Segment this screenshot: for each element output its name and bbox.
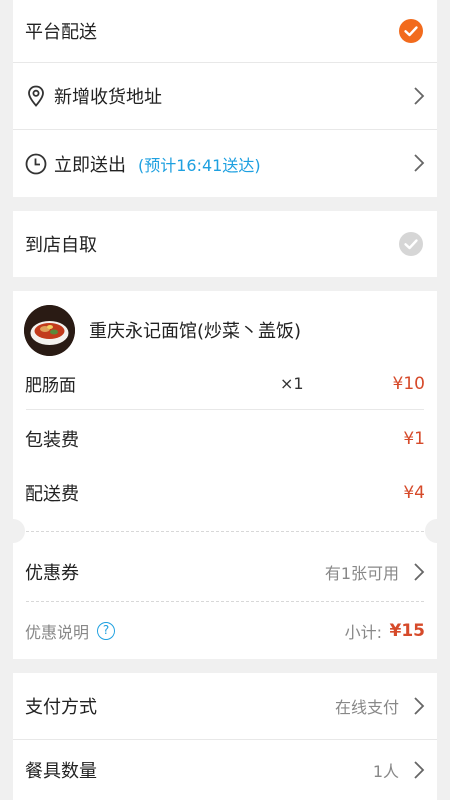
coupon-value: 有1张可用: [324, 564, 399, 583]
utensils-label: 餐具数量: [25, 761, 97, 782]
delivery-fee-row: 配送费 ¥4: [13, 466, 437, 520]
ticket-notch-right: [425, 519, 449, 543]
help-icon[interactable]: ?: [97, 621, 116, 640]
chevron-right-icon: [414, 563, 425, 581]
shop-avatar: [24, 304, 75, 356]
platform-delivery-label: 平台配送: [25, 22, 97, 43]
pickup-label: 到店自取: [25, 235, 97, 256]
pickup-option[interactable]: 到店自取: [13, 211, 437, 277]
delivery-time-row[interactable]: 立即送出 (预计16:41送达): [13, 130, 437, 197]
subtotal-label: 小计:: [344, 622, 382, 642]
location-pin-icon: [24, 84, 48, 108]
packaging-fee-row: 包装费 ¥1: [13, 412, 437, 466]
payment-method-label: 支付方式: [25, 697, 97, 718]
clock-icon: [24, 152, 48, 176]
order-card: 重庆永记面馆(炒菜丶盖饭) 肥肠面 ×1 ¥10 包装费 ¥1 配送费 ¥4 优…: [1, 291, 449, 659]
chevron-right-icon: [414, 761, 425, 779]
deliver-now-label: 立即送出: [54, 154, 126, 176]
checked-circle-icon: [399, 19, 423, 43]
chevron-right-icon: [414, 154, 425, 172]
unchecked-circle-icon: [399, 232, 423, 256]
utensils-row[interactable]: 餐具数量 1人: [13, 740, 437, 800]
coupon-label: 优惠券: [25, 563, 79, 584]
utensils-value: 1人: [372, 762, 399, 781]
eta-text: (预计16:41送达): [138, 155, 261, 175]
item-qty: ×1: [280, 374, 304, 393]
item-price: ¥10: [392, 374, 425, 394]
payment-card: 支付方式 在线支付 餐具数量 1人: [13, 673, 437, 800]
add-address-row[interactable]: 新增收货地址: [13, 63, 437, 129]
payment-method-row[interactable]: 支付方式 在线支付: [13, 673, 437, 739]
discount-info-row: 优惠说明 ? 小计: ¥15: [13, 602, 437, 659]
packaging-fee-label: 包装费: [25, 430, 79, 451]
platform-delivery-option[interactable]: 平台配送: [13, 0, 437, 62]
subtotal-value: ¥15: [389, 620, 426, 641]
add-address-label: 新增收货地址: [54, 87, 162, 108]
delivery-fee-label: 配送费: [25, 484, 79, 505]
packaging-fee-value: ¥1: [403, 429, 425, 449]
delivery-card: 平台配送 新增收货地址 立即送出 (预计16:41送达): [13, 0, 437, 197]
shop-name: 重庆永记面馆(炒菜丶盖饭): [89, 321, 302, 342]
discount-info-label: 优惠说明: [25, 622, 90, 642]
coupon-row[interactable]: 优惠券 有1张可用: [13, 544, 437, 600]
shop-header: 重庆永记面馆(炒菜丶盖饭): [13, 291, 437, 369]
order-item-row: 肥肠面 ×1 ¥10: [13, 369, 437, 409]
pickup-card[interactable]: 到店自取: [13, 211, 437, 277]
payment-method-value: 在线支付: [334, 698, 399, 717]
delivery-fee-value: ¥4: [403, 483, 425, 503]
ticket-notch-left: [1, 519, 25, 543]
item-name: 肥肠面: [25, 376, 76, 396]
dashed-divider: [26, 531, 424, 532]
chevron-right-icon: [414, 697, 425, 715]
chevron-right-icon: [414, 87, 425, 105]
